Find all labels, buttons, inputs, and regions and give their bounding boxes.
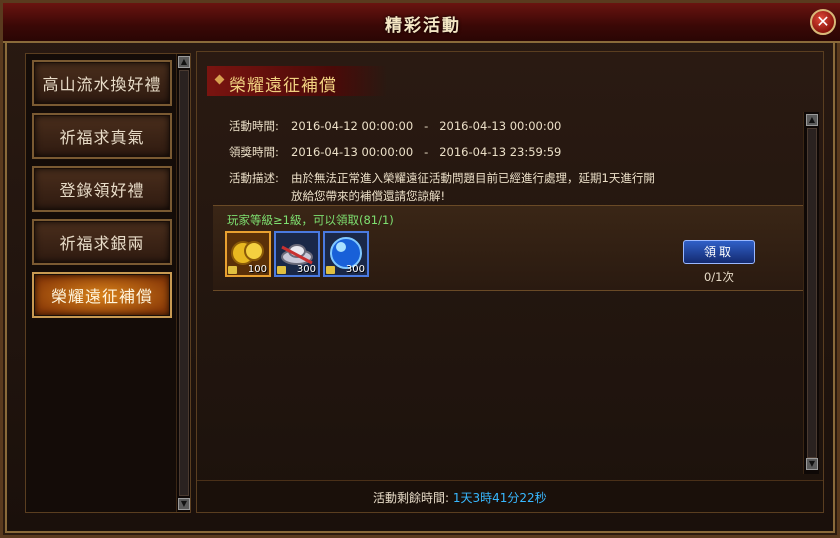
- title-bar: 精彩活動 ✕: [3, 3, 840, 43]
- sidebar-item-login-gift[interactable]: 登錄領好禮: [32, 166, 172, 212]
- scroll-up-icon[interactable]: ▲: [178, 56, 190, 68]
- scroll-down-icon[interactable]: ▼: [178, 498, 190, 510]
- claim-button[interactable]: 領取: [683, 240, 755, 264]
- sidebar-item-label: 祈福求真氣: [59, 128, 145, 147]
- remaining-time-value: 1天3時41分22秒: [452, 491, 547, 505]
- scroll-thumb[interactable]: [179, 70, 189, 496]
- sidebar-item-pray-qi[interactable]: 祈福求真氣: [32, 113, 172, 159]
- claim-time-value: 2016-04-13 00:00:00 - 2016-04-13 23:59:5…: [291, 145, 562, 159]
- activity-time-row: 活動時間: 2016-04-12 00:00:00 - 2016-04-13 00…: [229, 118, 561, 134]
- lock-icon: [326, 266, 335, 274]
- event-title-banner: 榮耀遠征補償: [207, 66, 387, 96]
- scroll-down-icon[interactable]: ▼: [806, 458, 818, 470]
- description-label: 活動描述:: [229, 171, 279, 185]
- item-count: 300: [296, 264, 316, 275]
- footer: 活動剩餘時間: 1天3時41分22秒: [197, 480, 823, 512]
- claim-time-label: 領獎時間:: [229, 145, 279, 159]
- sidebar-item-mountain-stream[interactable]: 高山流水換好禮: [32, 60, 172, 106]
- event-panel: 榮耀遠征補償 活動時間: 2016-04-12 00:00:00 - 2016-0…: [196, 51, 824, 513]
- lock-icon: [277, 266, 286, 274]
- remaining-time: 活動剩餘時間: 1天3時41分22秒: [373, 489, 547, 506]
- activity-time-label: 活動時間:: [229, 119, 279, 133]
- description-line-1: 由於無法正常進入榮耀遠征活動問題目前已經進行處理，延期1天進行開: [291, 171, 655, 185]
- reward-item-slot[interactable]: 100: [225, 231, 271, 277]
- reward-row: 玩家等級≥1級，可以領取(81/1) 100 300 300 領取 0/1次: [213, 205, 805, 291]
- item-count: 100: [247, 264, 267, 275]
- description-continued: 放給您帶來的補償還請您諒解!: [291, 188, 445, 204]
- event-title: 榮耀遠征補償: [229, 76, 337, 96]
- window-title: 精彩活動: [385, 16, 461, 36]
- activity-window: 精彩活動 ✕ 高山流水換好禮 祈福求真氣 登錄領好禮 祈福求銀兩 榮耀遠征補償 …: [0, 0, 840, 538]
- lock-icon: [228, 266, 237, 274]
- sidebar-item-label: 登錄領好禮: [59, 181, 145, 200]
- sidebar: 高山流水換好禮 祈福求真氣 登錄領好禮 祈福求銀兩 榮耀遠征補償 ▲ ▼: [25, 53, 191, 513]
- close-button[interactable]: ✕: [810, 9, 836, 35]
- sidebar-item-pray-silver[interactable]: 祈福求銀兩: [32, 219, 172, 265]
- sidebar-item-label: 榮耀遠征補償: [50, 287, 153, 306]
- reward-item-slot[interactable]: 300: [323, 231, 369, 277]
- sidebar-item-label: 高山流水換好禮: [42, 75, 162, 94]
- close-icon: ✕: [816, 12, 830, 31]
- activity-time-value: 2016-04-12 00:00:00 - 2016-04-13 00:00:0…: [291, 119, 562, 133]
- diamond-icon: [214, 74, 225, 85]
- scroll-thumb[interactable]: [807, 128, 817, 458]
- sidebar-item-glory-compensation[interactable]: 榮耀遠征補償: [32, 272, 172, 318]
- content-scrollbar[interactable]: ▲ ▼: [803, 112, 819, 474]
- description-row: 活動描述: 由於無法正常進入榮耀遠征活動問題目前已經進行處理，延期1天進行開: [229, 170, 655, 186]
- sidebar-item-label: 祈福求銀兩: [59, 234, 145, 253]
- reward-item-slot[interactable]: 300: [274, 231, 320, 277]
- sidebar-scrollbar[interactable]: ▲ ▼: [176, 54, 190, 512]
- description-line-2: 放給您帶來的補償還請您諒解!: [291, 189, 446, 203]
- requirement-text: 玩家等級≥1級，可以領取(81/1): [227, 213, 394, 227]
- claim-count: 0/1次: [703, 270, 734, 284]
- item-count: 300: [345, 264, 365, 275]
- remaining-time-label: 活動剩餘時間:: [373, 491, 450, 505]
- claim-time-row: 領獎時間: 2016-04-13 00:00:00 - 2016-04-13 23…: [229, 144, 561, 160]
- scroll-up-icon[interactable]: ▲: [806, 114, 818, 126]
